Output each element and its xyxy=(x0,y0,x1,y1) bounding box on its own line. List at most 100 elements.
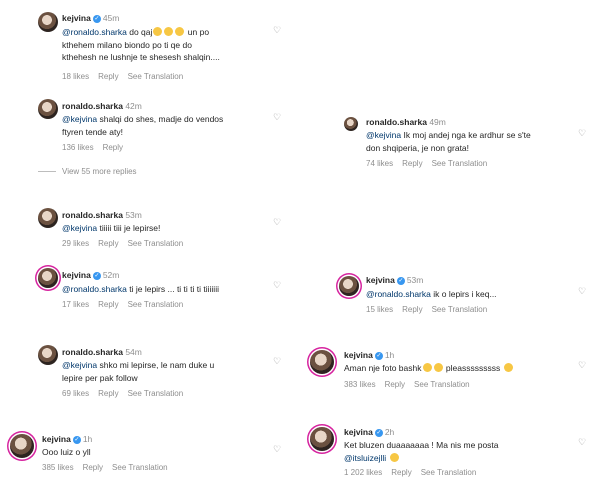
comment-actions: 1 202 likes Reply See Translation xyxy=(344,468,485,477)
avatar[interactable] xyxy=(344,117,358,131)
username[interactable]: ronaldo.sharka xyxy=(62,210,123,220)
comment-actions: 15 likes Reply See Translation xyxy=(366,305,496,314)
comment-header: ronaldo.sharka 54m xyxy=(62,347,142,357)
comment-header: kejvina ✓ 45m xyxy=(62,13,119,23)
mention-link[interactable]: @ronaldo.sharka xyxy=(366,289,431,299)
username[interactable]: kejvina xyxy=(344,350,373,360)
likes-count[interactable]: 383 likes xyxy=(344,380,376,389)
reply-button[interactable]: Reply xyxy=(402,305,422,314)
timestamp: 53m xyxy=(125,210,142,220)
reply-button[interactable]: Reply xyxy=(98,239,118,248)
mention-link[interactable]: @itsluizejlli xyxy=(344,453,386,463)
avatar[interactable] xyxy=(10,434,34,458)
timestamp: 49m xyxy=(429,117,446,127)
username[interactable]: kejvina xyxy=(62,13,91,23)
comment-header: kejvina ✓ 2h xyxy=(344,427,394,437)
likes-count[interactable]: 69 likes xyxy=(62,389,89,398)
username[interactable]: kejvina xyxy=(62,270,91,280)
see-translation-link[interactable]: See Translation xyxy=(128,300,184,309)
heart-icon[interactable]: ♡ xyxy=(273,357,282,366)
heart-icon[interactable]: ♡ xyxy=(273,218,282,227)
likes-count[interactable]: 385 likes xyxy=(42,463,74,472)
comment-header: kejvina ✓ 53m xyxy=(366,275,423,285)
laughing-emoji-icon xyxy=(422,363,432,372)
heart-icon[interactable]: ♡ xyxy=(273,113,282,122)
reply-button[interactable]: Reply xyxy=(385,380,405,389)
comment-text: @ronaldo.sharka ti je lepirs ... ti ti t… xyxy=(62,284,219,294)
reply-button[interactable]: Reply xyxy=(391,468,411,477)
reply-button[interactable]: Reply xyxy=(98,72,118,81)
username[interactable]: ronaldo.sharka xyxy=(62,347,123,357)
username[interactable]: ronaldo.sharka xyxy=(366,117,427,127)
mention-link[interactable]: @ronaldo.sharka xyxy=(62,284,127,294)
timestamp: 54m xyxy=(125,347,142,357)
laughing-emoji-icon xyxy=(153,27,163,36)
heart-icon[interactable]: ♡ xyxy=(578,287,587,296)
username[interactable]: kejvina xyxy=(42,434,71,444)
mention-link[interactable]: @kejvina xyxy=(366,130,401,140)
comment-header: kejvina ✓ 1h xyxy=(344,350,394,360)
avatar[interactable] xyxy=(38,208,58,228)
likes-count[interactable]: 74 likes xyxy=(366,159,393,168)
reply-button[interactable]: Reply xyxy=(103,143,123,152)
pleading-emoji-icon xyxy=(503,363,513,372)
mention-link[interactable]: @kejvina xyxy=(62,114,97,124)
username[interactable]: kejvina xyxy=(344,427,373,437)
likes-count[interactable]: 1 202 likes xyxy=(344,468,382,477)
likes-count[interactable]: 18 likes xyxy=(62,72,89,81)
username[interactable]: ronaldo.sharka xyxy=(62,101,123,111)
likes-count[interactable]: 17 likes xyxy=(62,300,89,309)
likes-count[interactable]: 29 likes xyxy=(62,239,89,248)
see-translation-link[interactable]: See Translation xyxy=(421,468,477,477)
mention-link[interactable]: @ronaldo.sharka xyxy=(62,27,127,37)
comment-text: @kejvina Ik moj andej nga ke ardhur se s… xyxy=(366,130,531,153)
see-translation-link[interactable]: See Translation xyxy=(128,239,184,248)
view-more-replies[interactable]: View 55 more replies xyxy=(38,167,137,176)
verified-icon: ✓ xyxy=(374,351,383,360)
see-translation-link[interactable]: See Translation xyxy=(414,380,470,389)
avatar[interactable] xyxy=(38,99,58,119)
reply-button[interactable]: Reply xyxy=(98,300,118,309)
verified-icon: ✓ xyxy=(396,276,405,285)
comment-header: ronaldo.sharka 53m xyxy=(62,210,142,220)
see-translation-link[interactable]: See Translation xyxy=(112,463,168,472)
timestamp: 2h xyxy=(384,427,395,437)
comment-text: @kejvina tiiiii tiii je lepirse! xyxy=(62,223,161,233)
heart-icon[interactable]: ♡ xyxy=(578,438,587,447)
comment-text: @ronaldo.sharka ik o lepirs i keq... xyxy=(366,289,497,299)
likes-count[interactable]: 136 likes xyxy=(62,143,94,152)
comment-actions: 18 likes Reply See Translation xyxy=(62,72,192,81)
username[interactable]: kejvina xyxy=(366,275,395,285)
likes-count[interactable]: 15 likes xyxy=(366,305,393,314)
comment-actions: 383 likes Reply See Translation xyxy=(344,380,479,389)
see-translation-link[interactable]: See Translation xyxy=(432,159,488,168)
comment-actions: 74 likes Reply See Translation xyxy=(366,159,496,168)
heart-icon[interactable]: ♡ xyxy=(273,281,282,290)
see-translation-link[interactable]: See Translation xyxy=(128,72,184,81)
see-translation-link[interactable]: See Translation xyxy=(432,305,488,314)
comment-header: ronaldo.sharka 42m xyxy=(62,101,142,111)
heart-icon[interactable]: ♡ xyxy=(273,445,282,454)
comment-actions: 29 likes Reply See Translation xyxy=(62,239,192,248)
see-translation-link[interactable]: See Translation xyxy=(128,389,184,398)
laughing-emoji-icon xyxy=(175,27,185,36)
heart-icon[interactable]: ♡ xyxy=(578,129,587,138)
avatar[interactable] xyxy=(38,268,58,288)
verified-icon: ✓ xyxy=(92,271,101,280)
avatar[interactable] xyxy=(38,345,58,365)
timestamp: 42m xyxy=(125,101,142,111)
reply-button[interactable]: Reply xyxy=(83,463,103,472)
heart-icon[interactable]: ♡ xyxy=(578,361,587,370)
mention-link[interactable]: @kejvina xyxy=(62,223,97,233)
avatar[interactable] xyxy=(310,350,334,374)
reply-button[interactable]: Reply xyxy=(402,159,422,168)
winking-emoji-icon xyxy=(389,452,399,462)
avatar[interactable] xyxy=(339,276,359,296)
comment-header: kejvina ✓ 1h xyxy=(42,434,92,444)
mention-link[interactable]: @kejvina xyxy=(62,360,97,370)
comment-text: Ooo luiz o yll xyxy=(42,447,91,457)
avatar[interactable] xyxy=(310,427,334,451)
heart-icon[interactable]: ♡ xyxy=(273,26,282,35)
reply-button[interactable]: Reply xyxy=(98,389,118,398)
avatar[interactable] xyxy=(38,12,58,32)
